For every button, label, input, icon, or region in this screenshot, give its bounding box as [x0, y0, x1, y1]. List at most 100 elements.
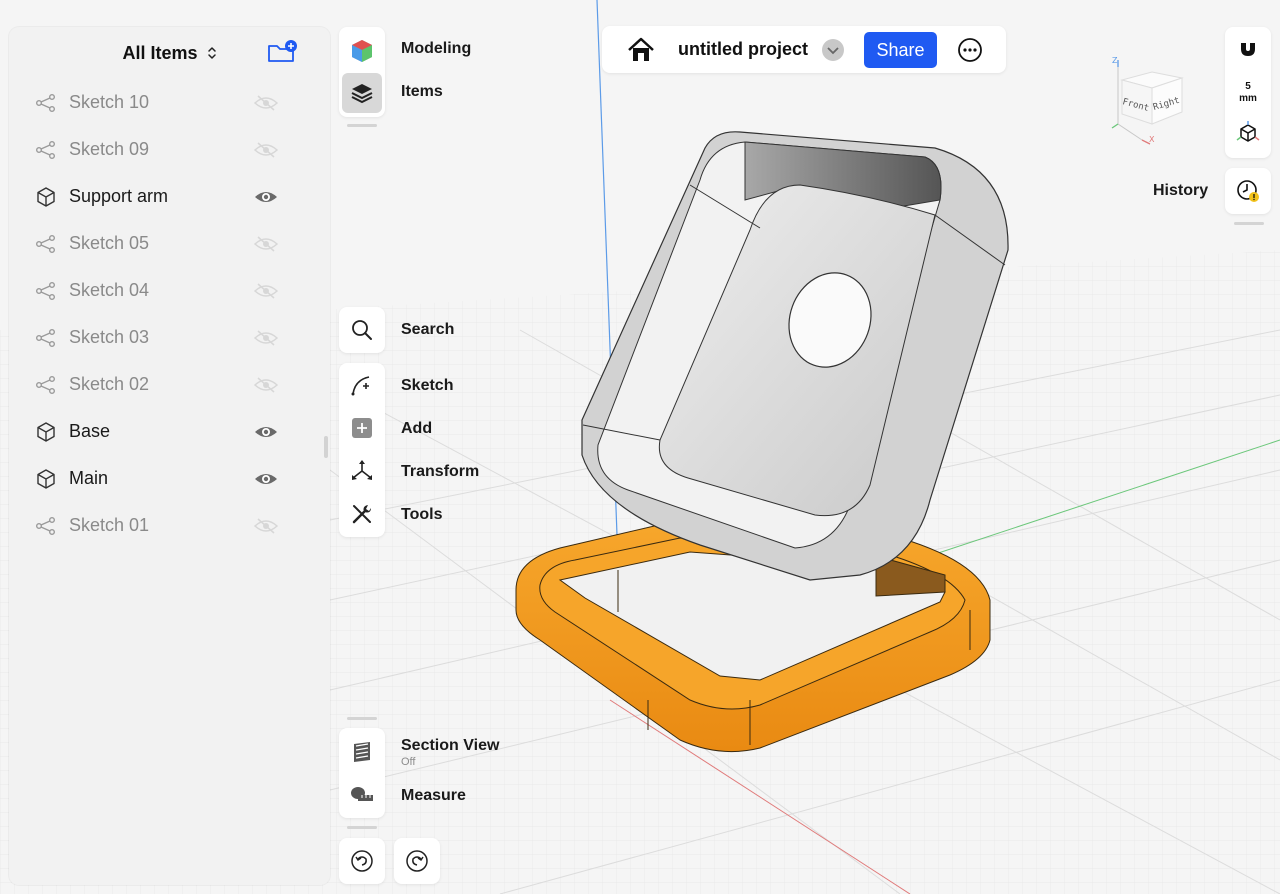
project-bar: untitled project Share: [602, 26, 1006, 73]
section-view-state: Off: [401, 756, 416, 768]
project-name[interactable]: untitled project: [678, 39, 808, 60]
list-item[interactable]: Support arm: [9, 173, 330, 220]
items-panel: All Items Sketch 10 Sketch 09 Support arm S…: [9, 27, 330, 885]
list-item-label: Sketch 03: [69, 327, 150, 347]
magnet-icon: [1241, 40, 1255, 56]
visibility-hidden-icon[interactable]: [253, 93, 279, 113]
snap-toggle-button[interactable]: [1235, 35, 1261, 63]
tools-label[interactable]: Tools: [401, 506, 442, 524]
items-list: Sketch 10 Sketch 09 Support arm Sketch 05 Sk…: [9, 79, 330, 549]
list-item[interactable]: Sketch 03: [9, 314, 330, 361]
chevron-updown-icon: [207, 47, 216, 59]
sketch-arc-icon: [351, 376, 370, 396]
list-item[interactable]: Sketch 02: [9, 361, 330, 408]
sketch-icon: [36, 140, 55, 159]
layers-icon: [351, 84, 373, 104]
search-label[interactable]: Search: [401, 321, 454, 339]
visibility-eye-icon[interactable]: [253, 422, 279, 442]
list-item[interactable]: Base: [9, 408, 330, 455]
inspect-tools: [339, 728, 385, 818]
list-item[interactable]: Sketch 04: [9, 267, 330, 314]
search-button[interactable]: [339, 307, 385, 353]
visibility-hidden-icon[interactable]: [253, 375, 279, 395]
list-item[interactable]: Sketch 10: [9, 79, 330, 126]
history-clock-icon: [1237, 180, 1259, 202]
home-button[interactable]: [626, 36, 656, 64]
transform-label[interactable]: Transform: [401, 463, 479, 481]
snap-increment-unit[interactable]: mm: [1225, 93, 1271, 104]
workspace-switcher: [339, 27, 385, 117]
list-item-label: Sketch 02: [69, 374, 150, 394]
modeling-cube-icon: [352, 40, 372, 62]
undo-icon: [351, 850, 373, 872]
sketch-icon: [36, 93, 55, 112]
visibility-hidden-icon[interactable]: [253, 516, 279, 536]
sketch-label[interactable]: Sketch: [401, 377, 453, 395]
panel-resize-handle[interactable]: [324, 436, 328, 458]
new-folder-button[interactable]: [266, 39, 300, 65]
list-item-label: Base: [69, 421, 111, 441]
snap-geometry-button[interactable]: [1236, 121, 1260, 145]
list-item-label: Sketch 01: [69, 515, 150, 535]
add-button[interactable]: [340, 408, 384, 448]
snap-settings: 5 mm: [1225, 27, 1271, 158]
visibility-hidden-icon[interactable]: [253, 328, 279, 348]
sketch-icon: [36, 281, 55, 300]
more-icon: [958, 38, 982, 62]
section-view-label[interactable]: Section View: [401, 737, 499, 755]
redo-icon: [406, 850, 428, 872]
view-cube-z-label: Z: [1112, 56, 1118, 65]
sketch-icon: [36, 234, 55, 253]
visibility-eye-icon[interactable]: [253, 469, 279, 489]
creation-tools: [339, 363, 385, 537]
list-item-label: Sketch 09: [69, 139, 150, 159]
list-item-label: Sketch 05: [69, 233, 150, 253]
modeling-label[interactable]: Modeling: [401, 40, 471, 58]
visibility-eye-icon[interactable]: [253, 187, 279, 207]
sketch-icon: [36, 375, 55, 394]
history-label[interactable]: History: [1153, 182, 1208, 200]
snap-cube-icon: [1236, 121, 1260, 142]
list-item-label: Sketch 04: [69, 280, 150, 300]
section-view-button[interactable]: [340, 732, 384, 772]
section-view-icon: [354, 742, 370, 762]
transform-button[interactable]: [340, 451, 384, 491]
body-cube-icon: [37, 421, 55, 442]
more-options-button[interactable]: [957, 37, 983, 63]
share-button[interactable]: Share: [864, 32, 937, 68]
visibility-hidden-icon[interactable]: [253, 234, 279, 254]
list-item-label: Sketch 10: [69, 92, 150, 112]
search-icon: [352, 320, 372, 340]
redo-button[interactable]: [394, 838, 440, 884]
history-button[interactable]: [1225, 168, 1271, 214]
project-menu-button[interactable]: [821, 38, 845, 62]
folder-add-icon: [268, 40, 297, 62]
list-item[interactable]: Main: [9, 455, 330, 502]
measure-button[interactable]: [340, 775, 384, 815]
items-button[interactable]: [342, 73, 382, 113]
chevron-down-icon: [822, 39, 844, 61]
measure-label[interactable]: Measure: [401, 787, 466, 805]
sketch-button[interactable]: [340, 365, 384, 405]
sketch-icon: [36, 516, 55, 535]
body-cube-icon: [37, 468, 55, 489]
snap-increment-value[interactable]: 5: [1225, 81, 1271, 92]
body-cube-icon: [37, 186, 55, 207]
list-item[interactable]: Sketch 05: [9, 220, 330, 267]
undo-button[interactable]: [339, 838, 385, 884]
modeling-button[interactable]: [340, 31, 384, 71]
items-filter-label: All Items: [122, 43, 198, 63]
home-icon: [628, 37, 654, 61]
list-item[interactable]: Sketch 09: [9, 126, 330, 173]
visibility-hidden-icon[interactable]: [253, 281, 279, 301]
items-panel-header: All Items: [9, 27, 330, 79]
tools-button[interactable]: [340, 494, 384, 534]
list-item[interactable]: Sketch 01: [9, 502, 330, 549]
view-cube[interactable]: Front Right Z X: [1108, 52, 1192, 148]
add-label[interactable]: Add: [401, 420, 432, 438]
visibility-hidden-icon[interactable]: [253, 140, 279, 160]
toolbar-divider: [347, 826, 377, 829]
right-divider: [1234, 222, 1264, 225]
items-label[interactable]: Items: [401, 83, 443, 101]
list-item-label: Main: [69, 468, 109, 488]
